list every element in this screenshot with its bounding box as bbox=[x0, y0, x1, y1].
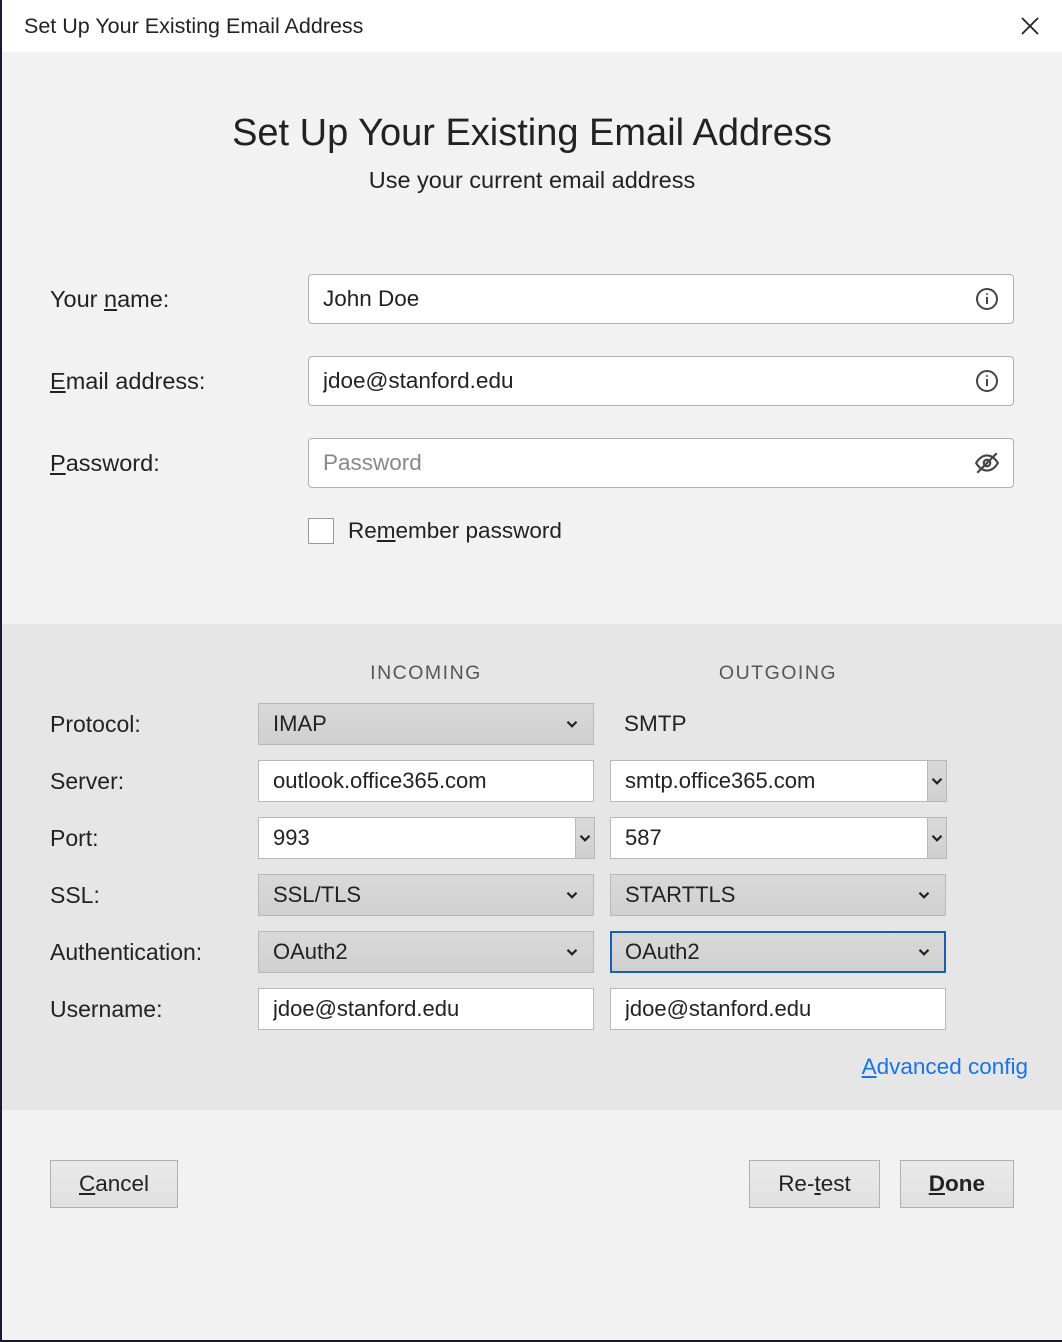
outgoing-server-input[interactable] bbox=[610, 760, 927, 802]
incoming-header: INCOMING bbox=[258, 662, 594, 685]
retest-button[interactable]: Re-test bbox=[749, 1160, 880, 1208]
close-button[interactable] bbox=[1018, 14, 1042, 38]
outgoing-server-combo[interactable] bbox=[610, 760, 946, 802]
outgoing-server-dropdown-button[interactable] bbox=[927, 760, 947, 802]
ssl-label: SSL: bbox=[50, 882, 258, 909]
outgoing-authentication-select[interactable]: OAuth2 bbox=[610, 931, 946, 973]
name-row: Your name: bbox=[50, 274, 1014, 324]
outgoing-header: OUTGOING bbox=[610, 662, 946, 685]
password-input[interactable] bbox=[308, 438, 1014, 488]
remember-password-label: Remember password bbox=[348, 518, 562, 544]
email-row: Email address: bbox=[50, 356, 1014, 406]
chevron-down-icon bbox=[928, 772, 946, 790]
dialog-window: Set Up Your Existing Email Address Set U… bbox=[2, 0, 1062, 1340]
incoming-username-input[interactable] bbox=[258, 988, 594, 1030]
window-title: Set Up Your Existing Email Address bbox=[24, 14, 363, 39]
outgoing-username-input[interactable] bbox=[610, 988, 946, 1030]
chevron-down-icon bbox=[576, 829, 594, 847]
advanced-config-link-row: Advanced config bbox=[50, 1054, 1032, 1080]
outgoing-port-input[interactable] bbox=[610, 817, 927, 859]
outgoing-port-dropdown-button[interactable] bbox=[927, 817, 947, 859]
incoming-authentication-select[interactable]: OAuth2 bbox=[258, 931, 594, 973]
cancel-button[interactable]: Cancel bbox=[50, 1160, 178, 1208]
authentication-row: Authentication: OAuth2 OAuth2 bbox=[50, 931, 1032, 973]
incoming-port-dropdown-button[interactable] bbox=[575, 817, 595, 859]
page-subheading: Use your current email address bbox=[50, 167, 1014, 194]
close-icon bbox=[1018, 14, 1042, 38]
incoming-server-input[interactable] bbox=[258, 760, 594, 802]
account-info-section: Set Up Your Existing Email Address Use y… bbox=[2, 52, 1062, 624]
remember-password-row: Remember password bbox=[308, 518, 1014, 544]
info-icon[interactable] bbox=[974, 286, 1000, 312]
server-label: Server: bbox=[50, 768, 258, 795]
email-label: Email address: bbox=[50, 368, 308, 395]
outgoing-ssl-select[interactable]: STARTTLS bbox=[610, 874, 946, 916]
username-label: Username: bbox=[50, 996, 258, 1023]
outgoing-port-combo[interactable] bbox=[610, 817, 946, 859]
page-heading: Set Up Your Existing Email Address bbox=[50, 112, 1014, 155]
chevron-down-icon bbox=[563, 715, 581, 733]
ssl-row: SSL: SSL/TLS STARTTLS bbox=[50, 874, 1032, 916]
password-label: Password: bbox=[50, 450, 308, 477]
dialog-footer: Cancel Re-test Done bbox=[2, 1110, 1062, 1340]
incoming-port-combo[interactable] bbox=[258, 817, 594, 859]
email-input[interactable] bbox=[308, 356, 1014, 406]
name-label: Your name: bbox=[50, 286, 308, 313]
server-row: Server: bbox=[50, 760, 1032, 802]
advanced-config-link[interactable]: Advanced config bbox=[862, 1054, 1028, 1079]
port-label: Port: bbox=[50, 825, 258, 852]
done-button[interactable]: Done bbox=[900, 1160, 1014, 1208]
name-input[interactable] bbox=[308, 274, 1014, 324]
chevron-down-icon bbox=[915, 886, 933, 904]
outgoing-protocol-text: SMTP bbox=[610, 711, 946, 737]
chevron-down-icon bbox=[928, 829, 946, 847]
protocol-row: Protocol: IMAP SMTP bbox=[50, 703, 1032, 745]
chevron-down-icon bbox=[915, 943, 933, 961]
incoming-port-input[interactable] bbox=[258, 817, 575, 859]
password-row: Password: bbox=[50, 438, 1014, 488]
eye-off-icon[interactable] bbox=[974, 450, 1000, 476]
authentication-label: Authentication: bbox=[50, 939, 258, 966]
titlebar: Set Up Your Existing Email Address bbox=[2, 0, 1062, 52]
chevron-down-icon bbox=[563, 886, 581, 904]
chevron-down-icon bbox=[563, 943, 581, 961]
info-icon[interactable] bbox=[974, 368, 1000, 394]
incoming-protocol-select[interactable]: IMAP bbox=[258, 703, 594, 745]
server-settings-section: INCOMING OUTGOING Protocol: IMAP SMTP Se… bbox=[2, 624, 1062, 1110]
username-row: Username: bbox=[50, 988, 1032, 1030]
port-row: Port: bbox=[50, 817, 1032, 859]
server-header-row: INCOMING OUTGOING bbox=[50, 662, 1032, 685]
incoming-ssl-select[interactable]: SSL/TLS bbox=[258, 874, 594, 916]
protocol-label: Protocol: bbox=[50, 711, 258, 738]
remember-password-checkbox[interactable] bbox=[308, 518, 334, 544]
